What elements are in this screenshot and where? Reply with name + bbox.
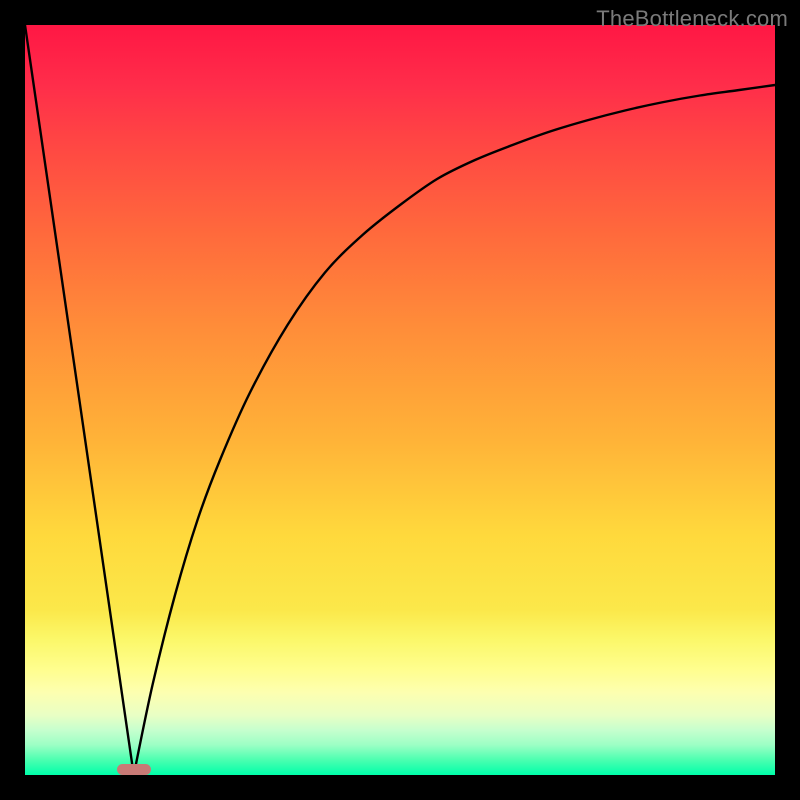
optimal-marker <box>117 764 152 775</box>
watermark-text: TheBottleneck.com <box>596 6 788 32</box>
chart-frame: TheBottleneck.com <box>0 0 800 800</box>
plot-area <box>25 25 775 775</box>
bottleneck-curve <box>25 25 775 775</box>
